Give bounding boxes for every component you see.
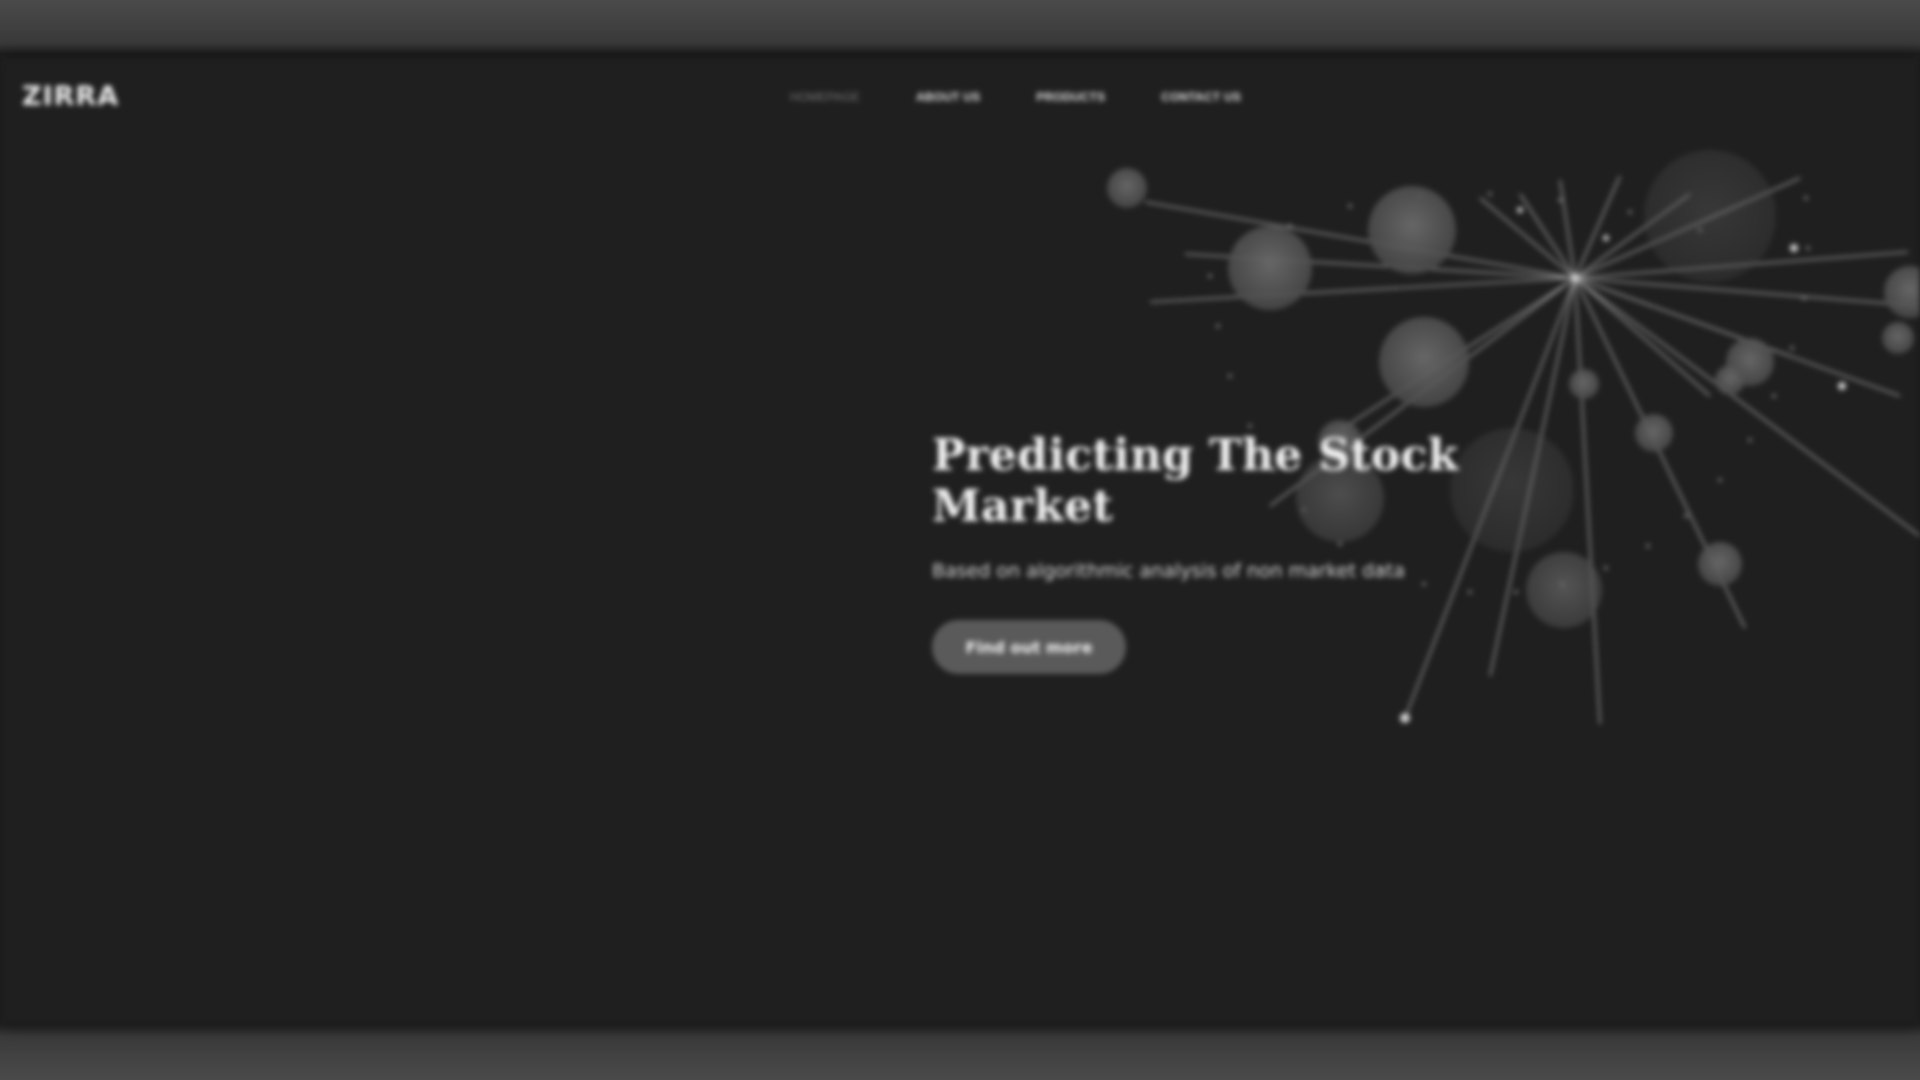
nav-products[interactable]: PRODUCTS — [1036, 90, 1105, 104]
brand-logo[interactable]: ZIRRA — [22, 81, 119, 112]
find-out-more-button[interactable]: Find out more — [932, 620, 1126, 674]
top-navbar: ZIRRA HOMEPAGE ABOUT US PRODUCTS CONTACT… — [0, 58, 1920, 138]
nav-about-us[interactable]: ABOUT US — [916, 90, 980, 104]
nav-homepage[interactable]: HOMEPAGE — [790, 90, 860, 104]
landing-page: ZIRRA HOMEPAGE ABOUT US PRODUCTS CONTACT… — [0, 58, 1920, 1024]
hero-title: Predicting The Stock Market — [932, 430, 1459, 532]
hero-section: Predicting The Stock Market Based on alg… — [932, 430, 1632, 674]
nav-contact-us[interactable]: CONTACT US — [1161, 90, 1241, 104]
browser-viewport: ZIRRA HOMEPAGE ABOUT US PRODUCTS CONTACT… — [0, 0, 1920, 1080]
hero-subtitle: Based on algorithmic analysis of non mar… — [932, 560, 1405, 582]
main-navigation: HOMEPAGE ABOUT US PRODUCTS CONTACT US — [790, 90, 1241, 104]
